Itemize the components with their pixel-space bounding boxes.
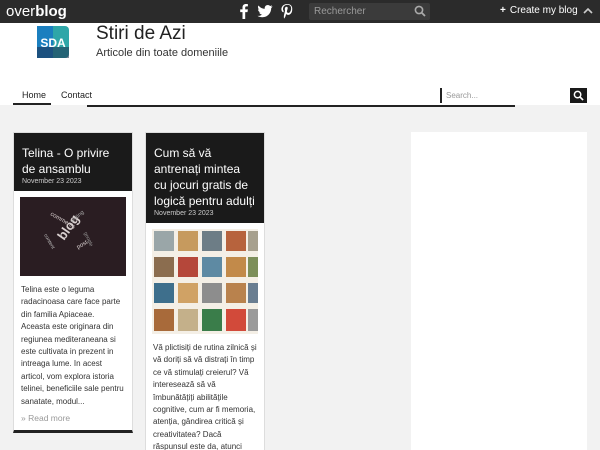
post-header: Telina - O privire de ansamblu November … — [14, 133, 132, 191]
svg-text:SDA: SDA — [40, 36, 66, 50]
overblog-topbar: overblog +Create my blog — [0, 0, 600, 23]
blog-search-button[interactable] — [570, 88, 587, 103]
site-subtitle: Articole din toate domeniile — [96, 47, 229, 59]
site-title[interactable]: Stiri de Azi — [96, 23, 186, 45]
create-blog-button[interactable]: + Create my blog — [500, 5, 578, 16]
post-card: Telina - O privire de ansamblu November … — [13, 132, 133, 433]
post-date: November 23 2023 — [22, 178, 82, 185]
blog-search-input[interactable] — [446, 89, 566, 102]
post-header: Cum să vă antrenați mintea cu jocuri gra… — [146, 133, 264, 223]
facebook-icon[interactable] — [236, 3, 252, 19]
post-excerpt: Vă plictisiți de rutina zilnică și vă do… — [153, 343, 257, 450]
read-more-link[interactable]: » Read more — [21, 413, 125, 423]
nav-contact[interactable]: Contact — [61, 90, 92, 100]
overblog-search-input[interactable] — [314, 4, 414, 19]
post-title[interactable]: Telina - O privire de ansamblu — [22, 145, 124, 177]
blog-search — [440, 88, 570, 103]
post-date: November 23 2023 — [154, 210, 214, 217]
post-image[interactable]: blog comments writing content post googl… — [20, 197, 126, 276]
chevron-up-icon[interactable] — [582, 6, 594, 16]
search-icon — [573, 90, 584, 101]
post-excerpt: Telina este o leguma radacinoasa care fa… — [21, 285, 124, 406]
post-image[interactable] — [152, 229, 258, 334]
post-title[interactable]: Cum să vă antrenați mintea cu jocuri gra… — [154, 145, 256, 209]
twitter-icon[interactable] — [257, 3, 273, 19]
pinterest-icon[interactable] — [279, 3, 295, 19]
nav-divider — [87, 105, 515, 107]
nav-home[interactable]: Home — [22, 90, 46, 100]
sidebar — [411, 132, 587, 450]
search-icon[interactable] — [414, 5, 426, 17]
site-logo[interactable]: SDA — [35, 25, 71, 59]
overblog-logo[interactable]: overblog — [6, 3, 67, 20]
double-chevron-icon: » — [21, 413, 26, 424]
overblog-search — [309, 3, 430, 20]
nav-active-underline — [13, 103, 51, 105]
post-card: Cum să vă antrenați mintea cu jocuri gra… — [145, 132, 265, 450]
